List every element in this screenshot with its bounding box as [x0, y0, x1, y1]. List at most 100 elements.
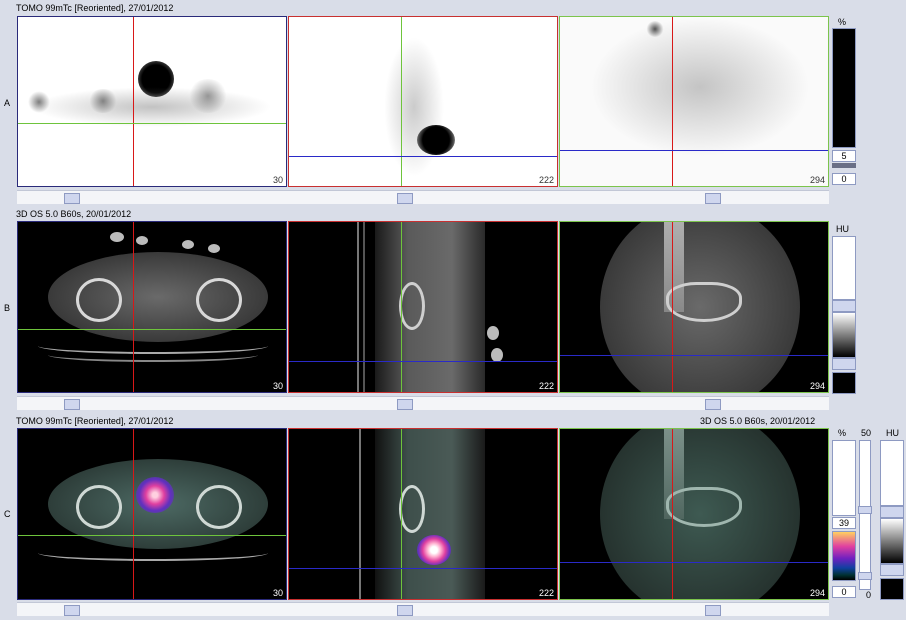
crosshair-horizontal[interactable]: [18, 535, 286, 536]
row-a-header: TOMO 99mTc [Reoriented], 27/01/2012: [16, 3, 174, 13]
bone-ring: [399, 282, 425, 330]
hotspot: [417, 125, 455, 155]
slice-number: 294: [809, 175, 825, 185]
slider-thumb-coronal[interactable]: [705, 193, 721, 204]
row-a-slider-strip: [17, 190, 829, 204]
crosshair-horizontal[interactable]: [289, 361, 557, 362]
scale-a-value[interactable]: 5: [832, 150, 856, 162]
scale-b-gradient[interactable]: [832, 312, 856, 358]
uptake-blur: [590, 17, 810, 157]
scale-c-min-right: 0: [866, 590, 872, 600]
crosshair-horizontal[interactable]: [560, 150, 828, 151]
scale-a-handle[interactable]: [832, 163, 856, 168]
row-c-slider-strip: [17, 602, 829, 616]
row-b-label: B: [4, 303, 11, 313]
finger-bone: [208, 244, 220, 253]
scale-c-hu-black[interactable]: [880, 578, 904, 600]
bone-ring: [399, 485, 425, 533]
crosshair-horizontal[interactable]: [560, 562, 828, 563]
uptake-spot: [88, 89, 118, 113]
viewport-b-sagittal[interactable]: 222: [288, 221, 558, 393]
crosshair-vertical[interactable]: [672, 17, 673, 186]
row-c-header-left: TOMO 99mTc [Reoriented], 27/01/2012: [16, 416, 174, 426]
slider-thumb-sagittal[interactable]: [397, 399, 413, 410]
slider-thumb-transverse[interactable]: [64, 193, 80, 204]
finger-bone: [491, 348, 503, 362]
scale-c-blend-handle-top[interactable]: [858, 506, 872, 514]
uptake-blur: [32, 87, 272, 127]
viewport-b-transverse[interactable]: 30: [17, 221, 287, 393]
table-line: [363, 222, 365, 392]
crosshair-vertical[interactable]: [401, 222, 402, 392]
scale-b-unit: HU: [836, 224, 849, 234]
slider-thumb-coronal[interactable]: [705, 605, 721, 616]
slider-thumb-coronal[interactable]: [705, 399, 721, 410]
slider-thumb-sagittal[interactable]: [397, 193, 413, 204]
fusion-hotspot: [417, 535, 451, 565]
scale-c-pet-colorbar[interactable]: [832, 531, 856, 581]
crosshair-horizontal[interactable]: [560, 355, 828, 356]
scale-a-unit: %: [838, 17, 847, 27]
crosshair-vertical[interactable]: [133, 17, 134, 186]
slice-number: 294: [809, 588, 825, 598]
scale-c-blend-handle-bottom[interactable]: [858, 572, 872, 580]
scale-c-hu-unit: HU: [886, 428, 899, 438]
scale-c-value[interactable]: 39: [832, 517, 856, 529]
table-rail: [38, 545, 268, 561]
row-b-slider-strip: [17, 396, 829, 410]
crosshair-vertical[interactable]: [401, 429, 402, 599]
body-column: [375, 429, 485, 599]
slider-thumb-transverse[interactable]: [64, 605, 80, 616]
slice-number: 222: [538, 175, 554, 185]
crosshair-horizontal[interactable]: [18, 123, 286, 124]
scale-c-min[interactable]: 0: [832, 586, 856, 598]
crosshair-vertical[interactable]: [672, 222, 673, 392]
scale-c-hu-handle-bottom[interactable]: [880, 564, 904, 576]
crosshair-vertical[interactable]: [672, 429, 673, 599]
scale-c-pet-white[interactable]: [832, 440, 856, 516]
scale-c-pct-unit: %: [838, 428, 847, 438]
crosshair-vertical[interactable]: [133, 429, 134, 599]
fusion-hotspot: [136, 477, 174, 513]
crosshair-horizontal[interactable]: [289, 156, 557, 157]
viewport-c-sagittal[interactable]: 222: [288, 428, 558, 600]
finger-bone: [487, 326, 499, 340]
pelvis-bone: [666, 282, 742, 322]
bone-ring: [76, 278, 122, 322]
scale-a-colorbar[interactable]: [832, 28, 856, 148]
row-a-label: A: [4, 98, 11, 108]
scale-b-black[interactable]: [832, 372, 856, 394]
scale-b-white[interactable]: [832, 236, 856, 300]
viewport-b-coronal[interactable]: 294: [559, 221, 829, 393]
viewport-c-transverse[interactable]: 30: [17, 428, 287, 600]
table-line: [359, 429, 361, 599]
scale-c-blend-track[interactable]: [859, 440, 871, 590]
crosshair-horizontal[interactable]: [18, 329, 286, 330]
crosshair-vertical[interactable]: [133, 222, 134, 392]
scale-b-handle-bottom[interactable]: [832, 358, 856, 370]
slice-number: 222: [538, 381, 554, 391]
bone-ring: [76, 485, 122, 529]
body-column: [375, 222, 485, 392]
row-c-label: C: [4, 509, 11, 519]
crosshair-horizontal[interactable]: [289, 568, 557, 569]
viewport-c-coronal[interactable]: 294: [559, 428, 829, 600]
slice-number: 30: [272, 381, 283, 391]
uptake-spot: [646, 21, 664, 37]
slice-number: 30: [272, 588, 283, 598]
slider-thumb-sagittal[interactable]: [397, 605, 413, 616]
slider-thumb-transverse[interactable]: [64, 399, 80, 410]
viewport-a-sagittal[interactable]: 222: [288, 16, 558, 187]
row-c-header-right: 3D OS 5.0 B60s, 20/01/2012: [700, 416, 816, 426]
slice-number: 30: [272, 175, 283, 185]
finger-bone: [182, 240, 194, 249]
viewport-a-transverse[interactable]: 30: [17, 16, 287, 187]
scale-c-hu-white[interactable]: [880, 440, 904, 506]
scale-b-handle-top[interactable]: [832, 300, 856, 312]
crosshair-vertical[interactable]: [401, 17, 402, 186]
viewport-a-coronal[interactable]: 294: [559, 16, 829, 187]
scale-c-hu-gradient[interactable]: [880, 518, 904, 564]
bone-ring: [196, 485, 242, 529]
scale-a-min[interactable]: 0: [832, 173, 856, 185]
scale-c-hu-handle-top[interactable]: [880, 506, 904, 518]
